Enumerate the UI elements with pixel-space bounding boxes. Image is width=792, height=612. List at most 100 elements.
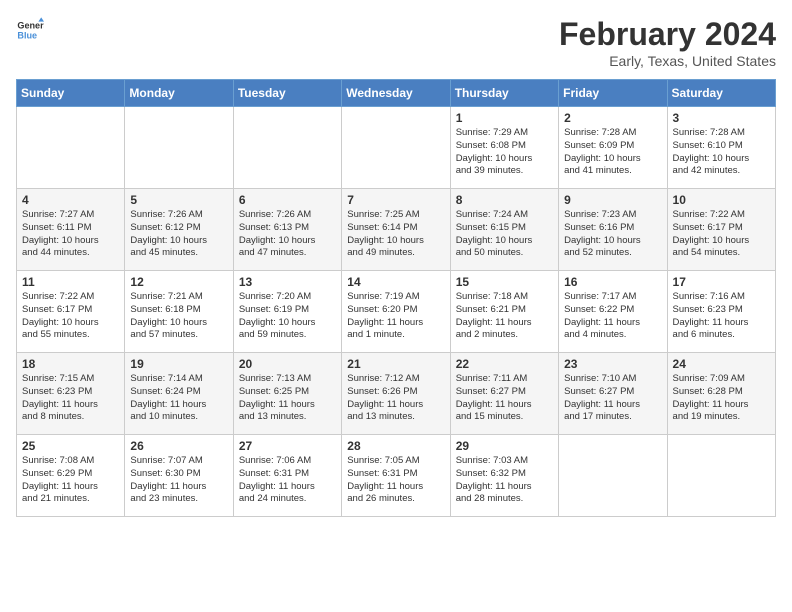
day-header-saturday: Saturday xyxy=(667,80,775,107)
calendar-cell: 6Sunrise: 7:26 AM Sunset: 6:13 PM Daylig… xyxy=(233,189,341,271)
calendar-cell: 9 Sunrise: 7:23 AM Sunset: 6:16 PM Daylig… xyxy=(559,189,667,271)
calendar-cell: 29 Sunrise: 7:03 AM Sunset: 6:32 PM Dayli… xyxy=(450,435,558,517)
day-number: 18 xyxy=(22,357,119,371)
day-header-sunday: Sunday xyxy=(17,80,125,107)
day-info: Sunrise: 7:26 AM Sunset: 6:13 PM Dayligh… xyxy=(239,209,336,260)
calendar-cell: 17 Sunrise: 7:16 AM Sunset: 6:23 PM Dayli… xyxy=(667,271,775,353)
day-header-friday: Friday xyxy=(559,80,667,107)
calendar-cell xyxy=(125,107,233,189)
day-info: Sunrise: 7:11 AM Sunset: 6:27 PM Dayligh… xyxy=(456,373,553,424)
calendar-cell: 3Sunrise: 7:28 AM Sunset: 6:10 PM Daylig… xyxy=(667,107,775,189)
day-number: 26 xyxy=(130,439,227,453)
day-number: 4 xyxy=(22,193,119,207)
week-row-4: 18Sunrise: 7:15 AM Sunset: 6:23 PM Dayli… xyxy=(17,353,776,435)
day-info: Sunrise: 7:23 AM Sunset: 6:16 PM Dayligh… xyxy=(564,209,661,260)
day-info: Sunrise: 7:06 AM Sunset: 6:31 PM Dayligh… xyxy=(239,455,336,506)
calendar-cell: 4 Sunrise: 7:27 AM Sunset: 6:11 PM Daylig… xyxy=(17,189,125,271)
day-number: 25 xyxy=(22,439,119,453)
day-number: 12 xyxy=(130,275,227,289)
calendar-header-row: SundayMondayTuesdayWednesdayThursdayFrid… xyxy=(17,80,776,107)
calendar-cell: 11 Sunrise: 7:22 AM Sunset: 6:17 PM Dayli… xyxy=(17,271,125,353)
day-number: 29 xyxy=(456,439,553,453)
day-number: 11 xyxy=(22,275,119,289)
calendar-cell xyxy=(667,435,775,517)
day-number: 7 xyxy=(347,193,444,207)
calendar-cell: 22 Sunrise: 7:11 AM Sunset: 6:27 PM Dayli… xyxy=(450,353,558,435)
calendar-cell: 23 Sunrise: 7:10 AM Sunset: 6:27 PM Dayli… xyxy=(559,353,667,435)
calendar-cell: 7 Sunrise: 7:25 AM Sunset: 6:14 PM Daylig… xyxy=(342,189,450,271)
day-number: 23 xyxy=(564,357,661,371)
week-row-2: 4 Sunrise: 7:27 AM Sunset: 6:11 PM Daylig… xyxy=(17,189,776,271)
day-info: Sunrise: 7:16 AM Sunset: 6:23 PM Dayligh… xyxy=(673,291,770,342)
calendar-cell: 26 Sunrise: 7:07 AM Sunset: 6:30 PM Dayli… xyxy=(125,435,233,517)
day-number: 5 xyxy=(130,193,227,207)
calendar-cell: 15Sunrise: 7:18 AM Sunset: 6:21 PM Dayli… xyxy=(450,271,558,353)
day-info: Sunrise: 7:26 AM Sunset: 6:12 PM Dayligh… xyxy=(130,209,227,260)
calendar-cell: 25 Sunrise: 7:08 AM Sunset: 6:29 PM Dayli… xyxy=(17,435,125,517)
day-number: 21 xyxy=(347,357,444,371)
day-info: Sunrise: 7:21 AM Sunset: 6:18 PM Dayligh… xyxy=(130,291,227,342)
day-number: 8 xyxy=(456,193,553,207)
day-number: 14 xyxy=(347,275,444,289)
day-info: Sunrise: 7:27 AM Sunset: 6:11 PM Dayligh… xyxy=(22,209,119,260)
calendar-cell: 20Sunrise: 7:13 AM Sunset: 6:25 PM Dayli… xyxy=(233,353,341,435)
calendar-cell: 12 Sunrise: 7:21 AM Sunset: 6:18 PM Dayli… xyxy=(125,271,233,353)
svg-text:General: General xyxy=(17,21,44,31)
calendar-cell xyxy=(342,107,450,189)
day-number: 9 xyxy=(564,193,661,207)
calendar-cell: 13Sunrise: 7:20 AM Sunset: 6:19 PM Dayli… xyxy=(233,271,341,353)
calendar-cell: 19 Sunrise: 7:14 AM Sunset: 6:24 PM Dayli… xyxy=(125,353,233,435)
calendar-cell: 27Sunrise: 7:06 AM Sunset: 6:31 PM Dayli… xyxy=(233,435,341,517)
day-info: Sunrise: 7:20 AM Sunset: 6:19 PM Dayligh… xyxy=(239,291,336,342)
day-info: Sunrise: 7:25 AM Sunset: 6:14 PM Dayligh… xyxy=(347,209,444,260)
day-info: Sunrise: 7:10 AM Sunset: 6:27 PM Dayligh… xyxy=(564,373,661,424)
calendar-cell: 28Sunrise: 7:05 AM Sunset: 6:31 PM Dayli… xyxy=(342,435,450,517)
week-row-1: 1 Sunrise: 7:29 AM Sunset: 6:08 PM Daylig… xyxy=(17,107,776,189)
day-info: Sunrise: 7:08 AM Sunset: 6:29 PM Dayligh… xyxy=(22,455,119,506)
main-title: February 2024 xyxy=(559,16,776,53)
calendar-cell: 21 Sunrise: 7:12 AM Sunset: 6:26 PM Dayli… xyxy=(342,353,450,435)
day-info: Sunrise: 7:03 AM Sunset: 6:32 PM Dayligh… xyxy=(456,455,553,506)
day-info: Sunrise: 7:29 AM Sunset: 6:08 PM Dayligh… xyxy=(456,127,553,178)
day-info: Sunrise: 7:22 AM Sunset: 6:17 PM Dayligh… xyxy=(22,291,119,342)
header: General Blue February 2024 Early, Texas,… xyxy=(16,16,776,69)
calendar-cell: 5 Sunrise: 7:26 AM Sunset: 6:12 PM Daylig… xyxy=(125,189,233,271)
calendar-cell: 14Sunrise: 7:19 AM Sunset: 6:20 PM Dayli… xyxy=(342,271,450,353)
day-header-thursday: Thursday xyxy=(450,80,558,107)
day-number: 16 xyxy=(564,275,661,289)
day-number: 24 xyxy=(673,357,770,371)
calendar-cell: 16 Sunrise: 7:17 AM Sunset: 6:22 PM Dayli… xyxy=(559,271,667,353)
day-info: Sunrise: 7:28 AM Sunset: 6:10 PM Dayligh… xyxy=(673,127,770,178)
day-header-wednesday: Wednesday xyxy=(342,80,450,107)
calendar-cell: 24Sunrise: 7:09 AM Sunset: 6:28 PM Dayli… xyxy=(667,353,775,435)
subtitle: Early, Texas, United States xyxy=(559,53,776,69)
calendar-cell: 18Sunrise: 7:15 AM Sunset: 6:23 PM Dayli… xyxy=(17,353,125,435)
logo-icon: General Blue xyxy=(16,16,44,44)
logo: General Blue xyxy=(16,16,44,44)
calendar-table: SundayMondayTuesdayWednesdayThursdayFrid… xyxy=(16,79,776,517)
calendar-cell xyxy=(233,107,341,189)
day-number: 17 xyxy=(673,275,770,289)
day-info: Sunrise: 7:17 AM Sunset: 6:22 PM Dayligh… xyxy=(564,291,661,342)
day-number: 20 xyxy=(239,357,336,371)
day-number: 10 xyxy=(673,193,770,207)
calendar-cell: 8 Sunrise: 7:24 AM Sunset: 6:15 PM Daylig… xyxy=(450,189,558,271)
day-number: 22 xyxy=(456,357,553,371)
title-block: February 2024 Early, Texas, United State… xyxy=(559,16,776,69)
calendar-cell xyxy=(559,435,667,517)
day-info: Sunrise: 7:07 AM Sunset: 6:30 PM Dayligh… xyxy=(130,455,227,506)
day-number: 15 xyxy=(456,275,553,289)
day-number: 28 xyxy=(347,439,444,453)
calendar-cell: 2Sunrise: 7:28 AM Sunset: 6:09 PM Daylig… xyxy=(559,107,667,189)
day-header-tuesday: Tuesday xyxy=(233,80,341,107)
calendar-cell: 1 Sunrise: 7:29 AM Sunset: 6:08 PM Daylig… xyxy=(450,107,558,189)
week-row-5: 25 Sunrise: 7:08 AM Sunset: 6:29 PM Dayli… xyxy=(17,435,776,517)
day-info: Sunrise: 7:24 AM Sunset: 6:15 PM Dayligh… xyxy=(456,209,553,260)
day-number: 19 xyxy=(130,357,227,371)
calendar-body: 1 Sunrise: 7:29 AM Sunset: 6:08 PM Daylig… xyxy=(17,107,776,517)
day-info: Sunrise: 7:14 AM Sunset: 6:24 PM Dayligh… xyxy=(130,373,227,424)
calendar-cell: 10Sunrise: 7:22 AM Sunset: 6:17 PM Dayli… xyxy=(667,189,775,271)
day-info: Sunrise: 7:28 AM Sunset: 6:09 PM Dayligh… xyxy=(564,127,661,178)
day-info: Sunrise: 7:12 AM Sunset: 6:26 PM Dayligh… xyxy=(347,373,444,424)
day-number: 1 xyxy=(456,111,553,125)
